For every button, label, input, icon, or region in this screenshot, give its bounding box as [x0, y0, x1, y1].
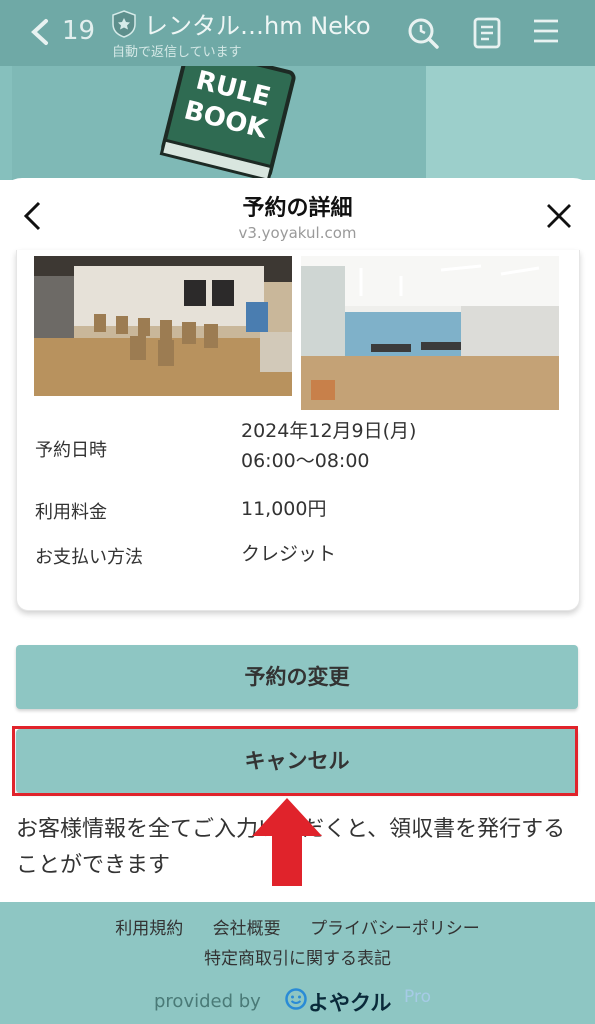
provided-by-text: provided by	[154, 991, 261, 1012]
sheet-header: 予約の詳細 v3.yoyakul.com	[0, 178, 595, 248]
sheet-domain: v3.yoyakul.com	[238, 224, 357, 242]
terms-link[interactable]: 利用規約	[115, 919, 183, 939]
search-icon[interactable]	[406, 16, 440, 54]
booking-date: 2024年12月9日(月)	[241, 420, 417, 442]
change-booking-button[interactable]: 予約の変更	[16, 645, 578, 709]
privacy-link[interactable]: プライバシーポリシー	[310, 919, 480, 939]
payment-method-value: クレジット	[241, 543, 337, 565]
page-footer: 利用規約 会社概要 プライバシーポリシー 特定商取引に関する表記 provide…	[0, 902, 595, 1024]
chat-image-right	[426, 66, 595, 180]
payment-method-label: お支払い方法	[35, 547, 143, 568]
footer-links: 利用規約 会社概要 プライバシーポリシー 特定商取引に関する表記	[0, 914, 595, 974]
up-arrow-annotation	[250, 796, 324, 892]
chat-header: 19 レンタル…hm Neko 自動で返信しています	[0, 0, 595, 66]
close-icon[interactable]	[545, 202, 573, 234]
cancel-highlight-box	[12, 726, 578, 796]
notes-icon[interactable]	[472, 16, 502, 54]
fee-label: 利用料金	[35, 502, 107, 523]
booking-datetime-label: 予約日時	[35, 440, 107, 461]
booking-card: 予約日時 2024年12月9日(月) 06:00〜08:00 利用料金 11,0…	[16, 250, 580, 611]
room-photo-1	[34, 256, 292, 396]
booking-detail-sheet: 予約の詳細 v3.yoyakul.com 予約日時 2024年12月9日(月) …	[0, 178, 595, 1024]
menu-icon[interactable]	[532, 16, 560, 50]
sheet-title: 予約の詳細	[242, 196, 353, 221]
company-link[interactable]: 会社概要	[213, 919, 281, 939]
unread-count: 19	[62, 16, 96, 46]
booking-time: 06:00〜08:00	[241, 450, 370, 472]
brand-pro: Pro	[404, 987, 431, 1007]
chat-image-left	[0, 66, 12, 180]
chat-title: レンタル…hm Neko	[144, 12, 371, 40]
booking-datetime-value: 2024年12月9日(月) 06:00〜08:00	[241, 416, 416, 476]
commerce-law-link[interactable]: 特定商取引に関する表記	[204, 949, 391, 969]
smile-logo-icon	[285, 988, 307, 1014]
chat-subtitle: 自動で返信しています	[112, 45, 242, 60]
room-photo-2	[301, 256, 559, 410]
back-icon[interactable]	[28, 18, 50, 50]
fee-value: 11,000円	[241, 498, 327, 520]
brand-name: よやクル	[308, 991, 392, 1015]
official-badge-icon	[110, 9, 138, 43]
rulebook-sticker: RULE BOOK	[150, 46, 300, 187]
